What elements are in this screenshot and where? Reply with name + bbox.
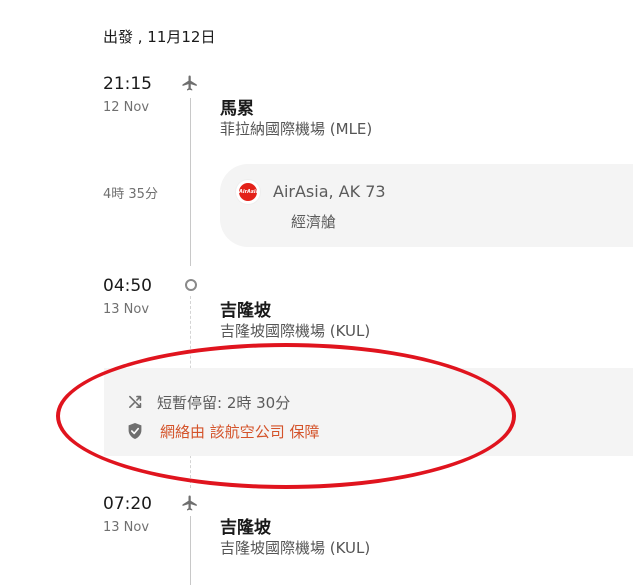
segment2-departure-airport: 吉隆坡國際機場 (KUL) [220,539,371,557]
segment2-departure-city: 吉隆坡 [220,518,271,538]
departure-header: 出發 , 11月12日 [103,28,216,46]
connection-protection[interactable]: 網絡由 該航空公司 保障 [160,421,320,442]
segment2-departure-time: 07:20 [103,494,152,514]
arrival-date: 13 Nov [103,302,150,317]
airline-logo: AirAsia [236,180,260,204]
shuffle-icon [129,395,142,408]
layover-duration: 短暫停留: 2時 30分 [157,394,291,412]
plane-icon [182,75,197,91]
stop-circle-icon [185,279,197,291]
arrival-airport: 吉隆坡國際機場 (KUL) [220,322,371,340]
departure-date: 12 Nov [103,100,150,115]
flight-itinerary: 出發 , 11月12日 21:15 12 Nov 馬累 菲拉納國際機場 (MLE… [0,0,633,585]
arrival-time: 04:50 [103,276,152,296]
arrival-city: 吉隆坡 [220,301,271,321]
departure-airport: 菲拉納國際機場 (MLE) [220,120,373,138]
timeline-rail [190,98,191,266]
carrier-card [220,164,633,247]
shield-check-icon [128,423,142,439]
timeline-rail [190,516,191,585]
departure-city: 馬累 [220,99,254,119]
airline-flight-number: AirAsia, AK 73 [273,182,386,201]
plane-icon [182,495,197,511]
departure-time: 21:15 [103,74,152,94]
segment2-departure-date: 13 Nov [103,520,150,535]
flight-duration: 4時 35分 [103,187,158,202]
cabin-class: 經濟艙 [291,213,337,231]
